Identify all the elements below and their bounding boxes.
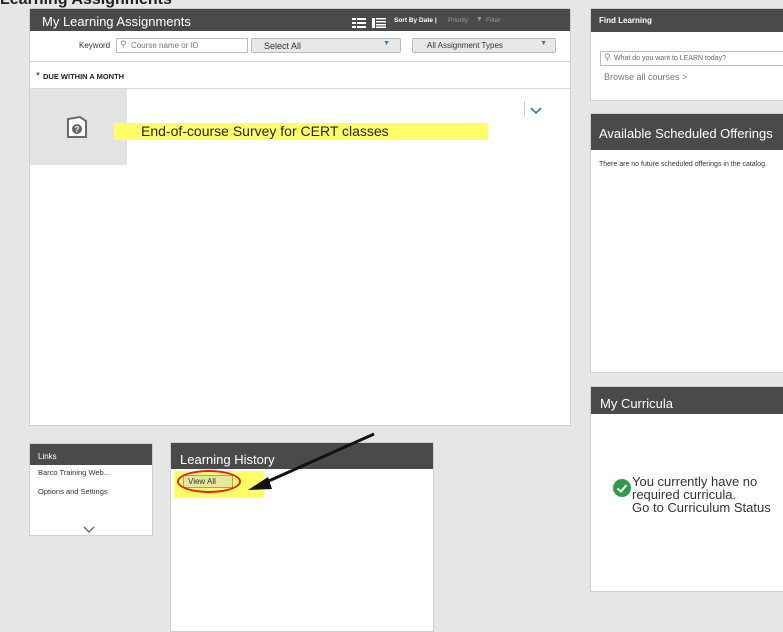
- learn-search-input[interactable]: ⚲ What do you want to LEARN today?: [600, 51, 783, 66]
- assignment-title: End-of-course Survey for CERT classes: [141, 123, 389, 139]
- filter-link[interactable]: Filter: [486, 17, 500, 24]
- find-learning-panel: Find Learning ⚲ What do you want to LEAR…: [590, 8, 783, 101]
- scheduled-title: Available Scheduled Offerings: [599, 126, 773, 141]
- divider: [30, 61, 570, 62]
- find-learning-title: Find Learning: [599, 16, 652, 25]
- keyword-input[interactable]: ⚲ Course name or ID: [116, 38, 248, 53]
- sort-by-date[interactable]: Sort By Date |: [394, 17, 437, 24]
- history-title: Learning History: [180, 452, 275, 467]
- select-all-value: Select All: [264, 41, 302, 51]
- expand-chevron-icon[interactable]: [83, 520, 95, 538]
- link-options-settings[interactable]: Options and Settings: [38, 487, 108, 496]
- scheduled-header: Available Scheduled Offerings: [591, 114, 783, 150]
- sort-priority-link[interactable]: Priority: [448, 17, 468, 24]
- learning-assignments-panel: My Learning Assignments Sort By Date | P…: [29, 8, 571, 426]
- links-title: Links: [38, 452, 57, 461]
- curricula-title: My Curricula: [600, 396, 673, 411]
- list-view-icon[interactable]: [352, 15, 366, 28]
- find-learning-header: Find Learning: [591, 9, 783, 32]
- collapse-triangle-icon[interactable]: ▼: [35, 72, 41, 78]
- keyword-placeholder: Course name or ID: [131, 41, 199, 50]
- filter-icon[interactable]: ▼: [476, 16, 483, 23]
- curricula-panel: My Curricula You currently have no requi…: [590, 386, 783, 592]
- scheduled-message: There are no future scheduled offerings …: [599, 161, 767, 168]
- survey-icon: ?: [66, 115, 88, 144]
- keyword-label: Keyword: [79, 41, 111, 50]
- select-all-dropdown[interactable]: Select All ▼: [251, 38, 401, 53]
- due-group-label[interactable]: DUE WITHIN A MONTH: [43, 72, 124, 81]
- curricula-header: My Curricula: [591, 387, 783, 414]
- chevron-down-icon: ▼: [540, 40, 547, 47]
- search-icon: ⚲: [120, 39, 127, 49]
- assignment-thumbnail[interactable]: ?: [30, 89, 127, 165]
- scheduled-offerings-panel: Available Scheduled Offerings There are …: [590, 113, 783, 373]
- link-barco-training[interactable]: Barco Training Web...: [38, 468, 110, 477]
- learn-search-placeholder: What do you want to LEARN today?: [614, 55, 727, 62]
- assignments-header: My Learning Assignments Sort By Date | P…: [30, 9, 570, 31]
- search-icon: ⚲: [604, 52, 611, 62]
- compact-view-icon[interactable]: [372, 15, 386, 28]
- links-header: Links: [30, 444, 152, 465]
- chevron-down-icon[interactable]: [530, 102, 542, 120]
- svg-text:?: ?: [75, 125, 80, 134]
- annotation-circle: [177, 470, 241, 493]
- learning-history-panel: Learning History View All: [170, 442, 434, 632]
- curriculum-status-link[interactable]: Go to Curriculum Status: [632, 501, 783, 514]
- chevron-down-icon: ▼: [383, 40, 390, 47]
- row-divider: [524, 101, 525, 117]
- assignment-types-dropdown[interactable]: All Assignment Types ▼: [412, 38, 556, 53]
- assignments-title: My Learning Assignments: [42, 14, 191, 29]
- assignment-title-link[interactable]: End-of-course Survey for CERT classes: [114, 123, 488, 140]
- links-panel: Links Barco Training Web... Options and …: [29, 443, 153, 536]
- history-header: Learning History: [171, 443, 433, 469]
- check-circle-icon: [613, 479, 631, 502]
- browse-all-courses-link[interactable]: Browse all courses >: [604, 72, 687, 82]
- assignment-types-value: All Assignment Types: [427, 41, 503, 50]
- curricula-message: You currently have no required curricula…: [632, 475, 783, 514]
